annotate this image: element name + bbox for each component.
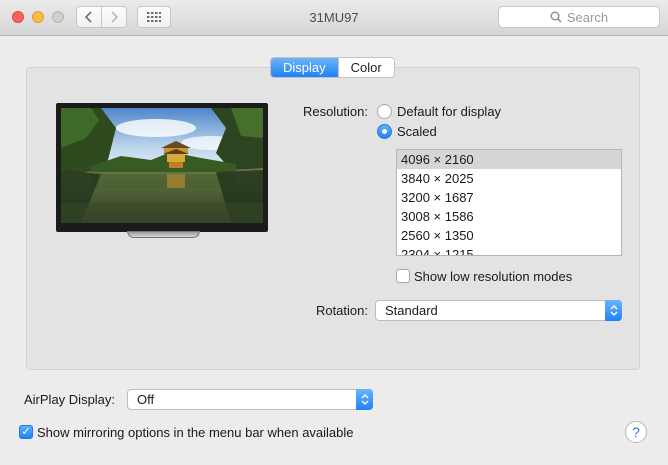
resolution-item[interactable]: 4096 × 2160 xyxy=(397,150,621,169)
scaled-radio[interactable] xyxy=(377,124,392,139)
default-for-display-label: Default for display xyxy=(397,104,502,119)
rotation-label: Rotation: xyxy=(315,303,368,318)
resolution-item[interactable]: 3840 × 2025 xyxy=(397,169,621,188)
resolution-item[interactable]: 2304 × 1215 xyxy=(397,245,621,255)
monitor-preview xyxy=(56,103,268,232)
low-resolution-checkbox[interactable] xyxy=(396,269,410,283)
resolution-item[interactable]: 3008 × 1586 xyxy=(397,207,621,226)
updown-arrows-icon xyxy=(356,389,373,410)
airplay-value: Off xyxy=(137,392,155,407)
low-resolution-label: Show low resolution modes xyxy=(414,269,573,284)
help-button[interactable]: ? xyxy=(625,421,647,443)
search-field[interactable]: Search xyxy=(498,6,660,28)
airplay-popup[interactable]: Off xyxy=(127,389,373,410)
rotation-value: Standard xyxy=(385,303,438,318)
resolution-item[interactable]: 3200 × 1687 xyxy=(397,188,621,207)
search-icon xyxy=(550,11,562,23)
tab-bar: Display Color xyxy=(270,57,395,78)
monitor-stand xyxy=(127,231,200,238)
resolution-item[interactable]: 2560 × 1350 xyxy=(397,226,621,245)
resolution-list[interactable]: 4096 × 2160 3840 × 2025 3200 × 1687 3008… xyxy=(396,149,622,256)
resolution-label: Resolution: xyxy=(302,104,368,119)
tab-color[interactable]: Color xyxy=(337,58,394,77)
scaled-label: Scaled xyxy=(397,124,437,139)
tab-display[interactable]: Display xyxy=(271,58,338,77)
default-for-display-radio[interactable] xyxy=(377,104,392,119)
updown-arrows-icon xyxy=(605,300,622,321)
airplay-label: AirPlay Display: xyxy=(24,392,116,407)
mirroring-checkbox[interactable]: ✓ xyxy=(19,425,33,439)
search-placeholder: Search xyxy=(566,9,609,25)
desktop-picture xyxy=(61,108,263,223)
rotation-popup[interactable]: Standard xyxy=(375,300,622,321)
mirroring-label: Show mirroring options in the menu bar w… xyxy=(37,425,354,440)
